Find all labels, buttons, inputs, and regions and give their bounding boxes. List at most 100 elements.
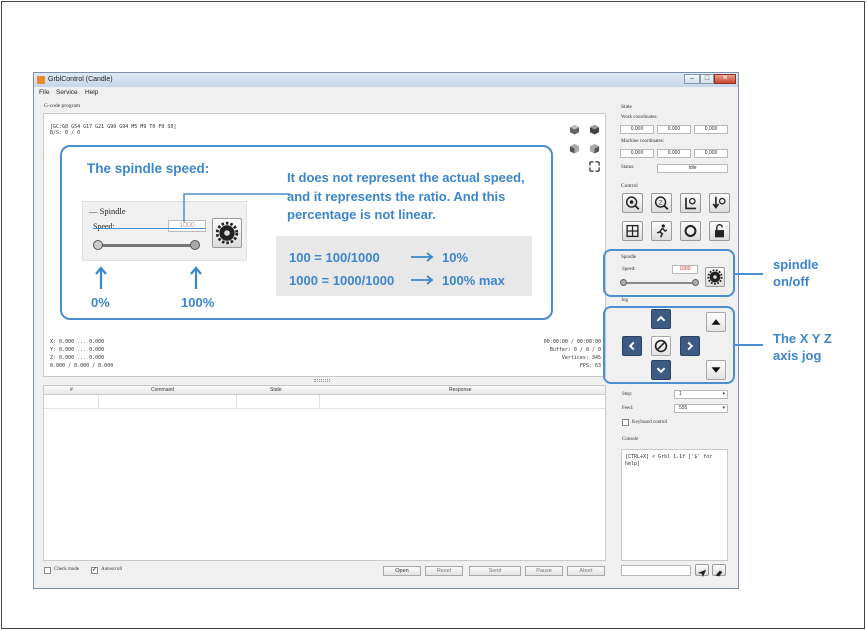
console-send-button[interactable]: [695, 564, 709, 578]
console-clear-button[interactable]: [712, 564, 726, 577]
jog-connector: [735, 344, 763, 346]
col-response[interactable]: Response: [449, 387, 472, 393]
reset-control-button[interactable]: [680, 221, 701, 241]
console-title: Console: [622, 437, 639, 442]
work-y-field: 0.000: [657, 125, 691, 134]
step-select[interactable]: 1 ▾: [674, 390, 728, 399]
menu-bar: File Service Help: [34, 87, 738, 98]
table-header: # Command State Response: [44, 386, 605, 395]
splitter-handle[interactable]: [314, 379, 330, 382]
abort-button[interactable]: Abort: [567, 566, 605, 576]
zoom-z-icon: Z: [654, 196, 669, 210]
autoscroll-checkbox[interactable]: ✓: [91, 567, 98, 574]
ratio-line-1: 100 = 100/1000: [289, 250, 380, 265]
console-input[interactable]: [621, 565, 691, 576]
crosshair-icon: [626, 224, 639, 238]
zoom-spindle-title: — Spindle: [89, 206, 126, 216]
spindle-side-label: spindle on/off: [773, 257, 819, 289]
check-mode-label: Check mode: [54, 567, 80, 572]
check-mode-checkbox[interactable]: [44, 567, 51, 574]
zero-z-button[interactable]: Z: [651, 193, 672, 213]
maximize-button[interactable]: □: [700, 74, 714, 84]
jog-side-label: The X Y Z axis jog: [773, 331, 832, 363]
arrow-up-icon: [95, 266, 107, 289]
pct-min-label: 0%: [91, 295, 110, 310]
table-row[interactable]: [44, 395, 605, 409]
menu-service[interactable]: Service: [56, 89, 78, 96]
open-button[interactable]: Open: [383, 566, 421, 576]
work-x-field: 0.000: [620, 125, 654, 134]
status-label: Status:: [621, 165, 635, 170]
control-title: Control: [621, 183, 638, 189]
machine-z-field: 0.000: [694, 149, 728, 158]
col-number[interactable]: #: [70, 387, 73, 393]
menu-file[interactable]: File: [39, 89, 49, 96]
restore-origin-button[interactable]: [680, 193, 701, 213]
unlock-icon: [715, 224, 724, 238]
view-iso-icon[interactable]: [569, 124, 580, 135]
callout-title: The spindle speed:: [87, 161, 210, 176]
ratio-box: 100 = 100/1000 10% 1000 = 1000/1000 100%…: [276, 236, 532, 296]
arrow-down-zero-icon: [712, 196, 726, 209]
svg-text:Z: Z: [659, 200, 663, 206]
work-z-field: 0.000: [694, 125, 728, 134]
eraser-icon: [715, 570, 723, 577]
menu-help[interactable]: Help: [85, 89, 98, 96]
runner-icon: [656, 224, 668, 238]
status-field: Idle: [657, 164, 728, 173]
dropdown-arrow-icon: ▾: [722, 405, 725, 411]
zoom-speed-label: Speed:: [93, 222, 115, 231]
minimize-button[interactable]: –: [684, 74, 700, 84]
close-button[interactable]: ✕: [714, 74, 736, 84]
send-icon: [697, 569, 707, 578]
buffer-state: B/S: 0 / 0: [50, 130, 81, 136]
gcode-panel-title: G-code program: [44, 103, 81, 109]
window-title: GrblControl (Candle): [48, 76, 113, 83]
dropdown-arrow-icon: ▾: [722, 391, 725, 397]
zero-xy-button[interactable]: [709, 193, 730, 213]
step-label: Step:: [622, 392, 633, 397]
ratio-line-2: 1000 = 1000/1000: [289, 273, 395, 288]
ratio-result-1: 10%: [442, 250, 469, 265]
console-output[interactable]: [CTRL+X] < Grbl 1.1f ['$' for help]: [621, 449, 728, 561]
zoom-slider-max-handle: [190, 240, 200, 250]
home-button[interactable]: [622, 193, 643, 213]
col-command[interactable]: Command: [151, 387, 174, 393]
arrow-right-icon: [411, 252, 434, 262]
keyboard-control-checkbox[interactable]: [622, 419, 629, 426]
feed-select[interactable]: 555 ▾: [674, 404, 728, 413]
machine-x-field: 0.000: [620, 149, 654, 158]
autoscroll-label: Autoscroll: [101, 567, 123, 572]
view-top-icon[interactable]: [589, 124, 600, 135]
title-bar: GrblControl (Candle) – □ ✕: [34, 73, 738, 87]
reset-button[interactable]: Reset: [425, 566, 463, 576]
run-button[interactable]: [651, 221, 672, 241]
fit-view-icon[interactable]: [589, 161, 600, 172]
zoom-slider-track: [97, 244, 197, 247]
machine-y-field: 0.000: [657, 149, 691, 158]
callout-connector: [183, 193, 290, 222]
feed-label: Feed:: [622, 406, 634, 411]
state-title: State: [621, 104, 632, 110]
view-front-icon[interactable]: [569, 143, 580, 154]
keyboard-control-label: Keyboard control: [632, 420, 668, 425]
origin-icon: [685, 197, 696, 210]
work-coords-label: Work coordinates:: [621, 115, 658, 120]
view-left-icon[interactable]: [589, 143, 600, 154]
send-button[interactable]: Send: [469, 566, 521, 576]
zoom-slider-min-handle: [93, 240, 103, 250]
app-icon: [37, 76, 45, 84]
unlock-button[interactable]: [709, 221, 730, 241]
probe-button[interactable]: [622, 221, 643, 241]
arrow-right-icon: [411, 275, 434, 285]
machine-coords-label: Machine coordinates:: [621, 139, 665, 144]
console-text: [CTRL+X] < Grbl 1.1f ['$' for help]: [625, 454, 713, 467]
arrow-up-icon: [190, 266, 202, 289]
ratio-result-2: 100% max: [442, 273, 505, 288]
pause-button[interactable]: Pause: [525, 566, 563, 576]
zoom-home-icon: [625, 196, 640, 210]
spindle-highlight: [603, 249, 735, 297]
pct-max-label: 100%: [181, 295, 215, 310]
spindle-connector: [735, 273, 763, 275]
col-state[interactable]: State: [270, 387, 282, 393]
